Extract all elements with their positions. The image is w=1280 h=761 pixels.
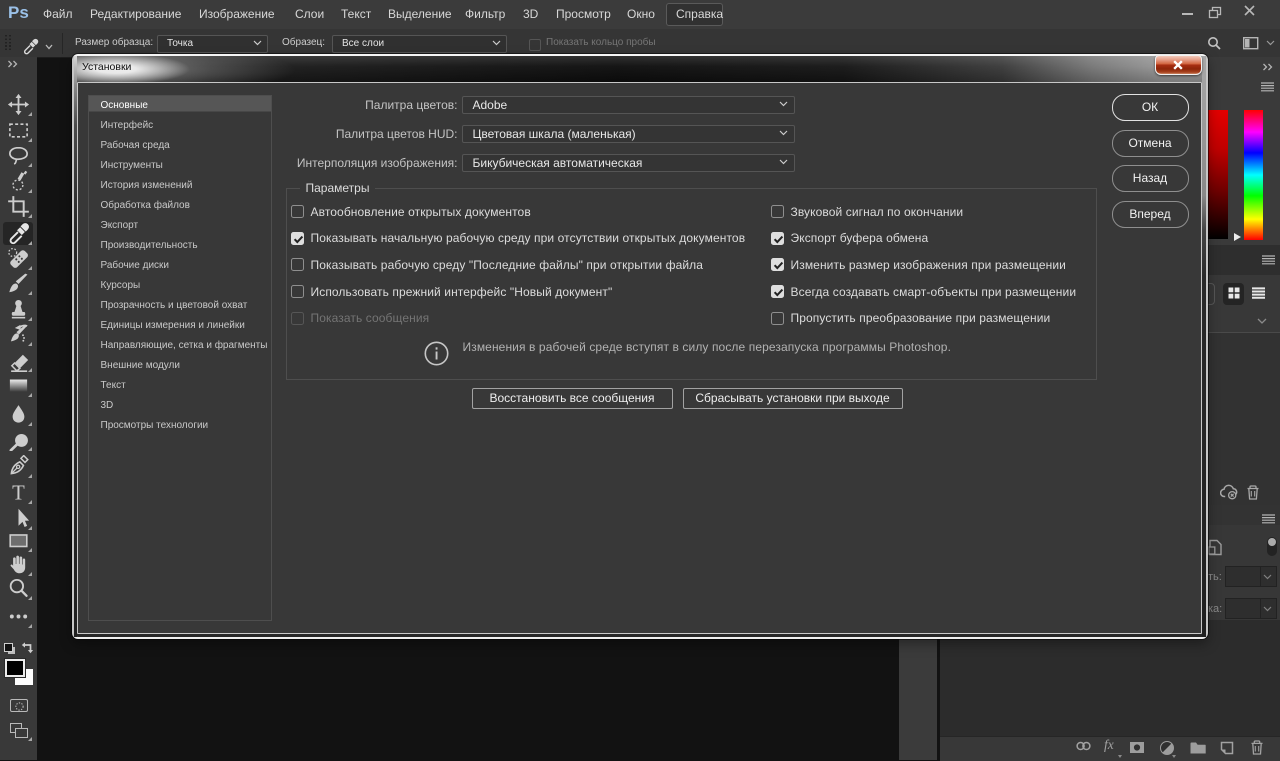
svg-text:T: T bbox=[12, 482, 25, 504]
